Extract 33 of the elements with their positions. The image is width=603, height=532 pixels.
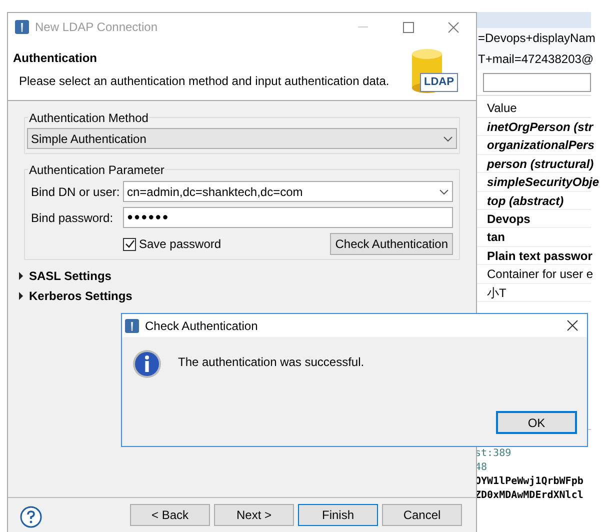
- info-icon: [132, 349, 162, 379]
- field-label: Bind password:: [31, 210, 114, 226]
- page-description: Please select an authentication method and input authentication data.: [18, 73, 390, 90]
- wizard-button[interactable]: Next >: [214, 504, 294, 526]
- ok-button[interactable]: OK: [496, 411, 577, 434]
- collapsed-triangle-icon: [18, 292, 24, 300]
- maximize-icon[interactable]: [403, 22, 414, 32]
- field-label: Bind DN or user:: [31, 184, 121, 200]
- chevron-icon: [443, 136, 453, 142]
- save-password-checkbox[interactable]: Save password: [123, 235, 222, 253]
- chevron-icon: [439, 188, 449, 194]
- filter-field[interactable]: [483, 73, 591, 92]
- help-icon[interactable]: [20, 506, 42, 528]
- method-dropdown[interactable]: Simple Authentication: [27, 128, 457, 149]
- code-line: OYW1lPeWwj1QrbWFpb: [474, 474, 584, 489]
- password-field[interactable]: ●●●●●●: [123, 207, 453, 228]
- app-icon: [125, 318, 139, 332]
- app-icon: [15, 20, 29, 34]
- dialog-message: The authentication was successful.: [178, 354, 364, 371]
- checkmark-icon: [124, 239, 134, 249]
- bind-dn-field[interactable]: cn=admin,dc=shanktech,dc=com: [123, 181, 453, 202]
- page-title: Authentication: [13, 50, 98, 67]
- dialog-title: Check Authentication: [145, 318, 258, 334]
- code-line: st:389: [474, 446, 512, 461]
- check-authentication-button[interactable]: Check Authentication: [330, 233, 453, 255]
- wizard-button[interactable]: < Back: [130, 504, 210, 526]
- code-line: ZD0xMDAwMDErdXNlcl: [474, 488, 584, 503]
- collapsed-triangle-icon: [18, 272, 24, 280]
- wizard-button[interactable]: Finish: [298, 504, 378, 526]
- close-icon[interactable]: [567, 320, 578, 331]
- window-title: New LDAP Connection: [35, 19, 158, 36]
- wizard-button[interactable]: Cancel: [382, 504, 462, 526]
- ldap-logo: LDAP: [406, 48, 458, 100]
